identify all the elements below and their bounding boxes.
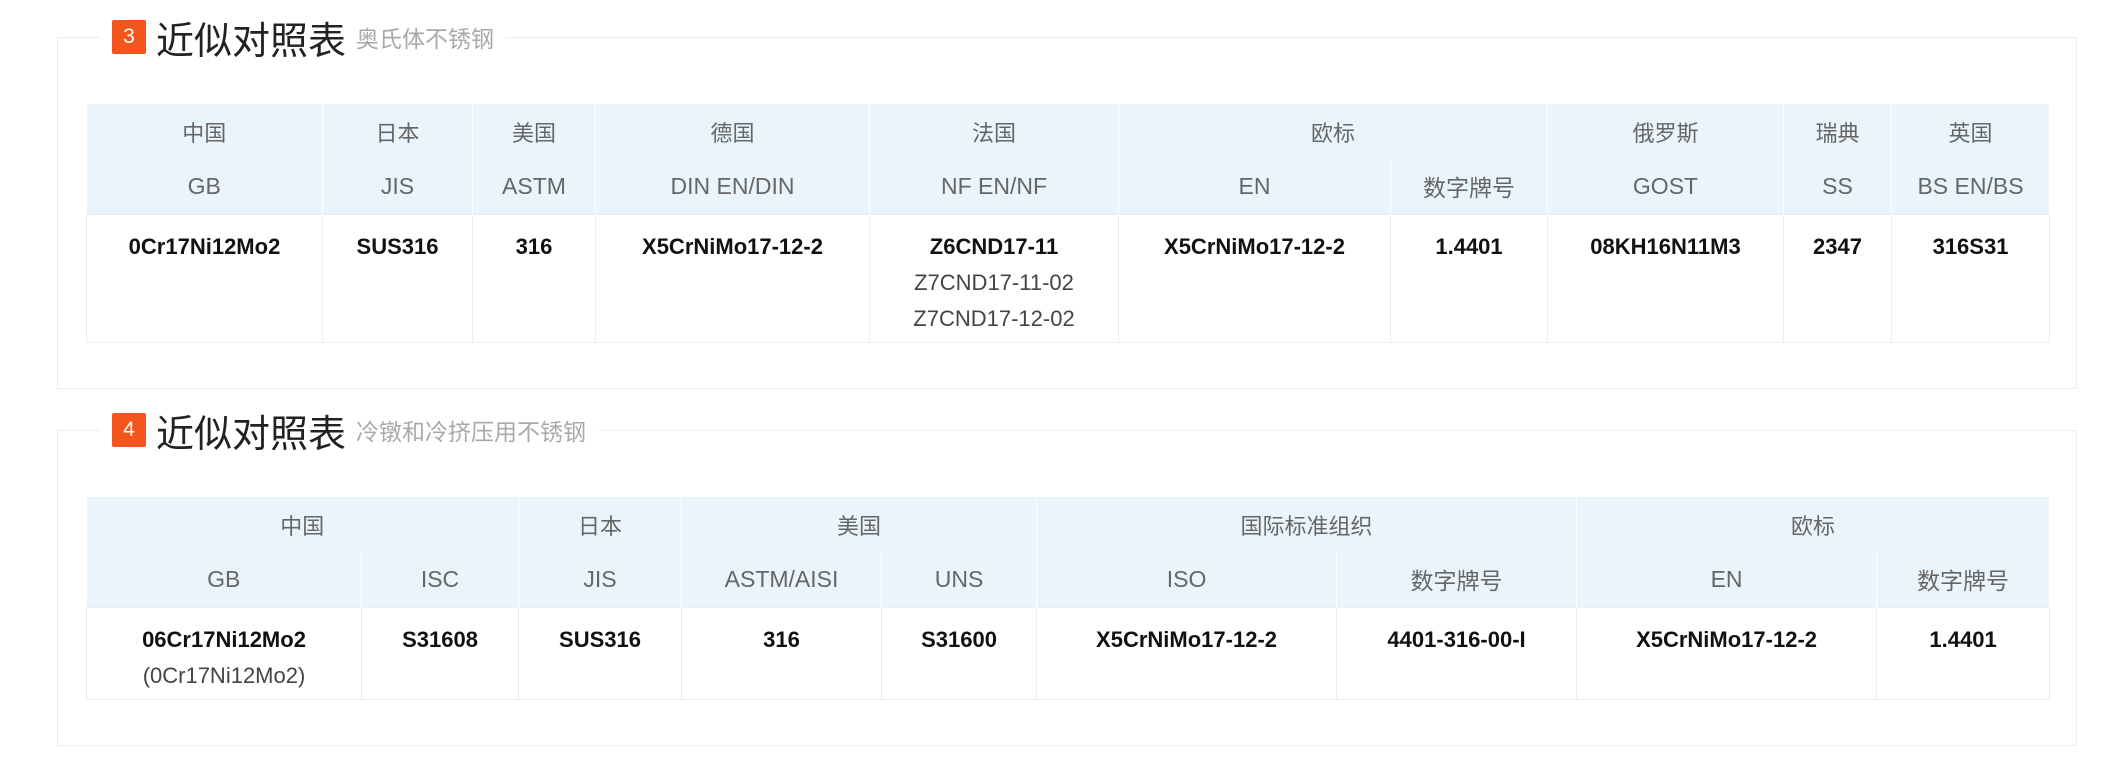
column-header: JIS — [518, 552, 683, 607]
table-cell: 1.4401 — [1876, 606, 2051, 700]
grade-alt-value: Z7CND17-12-02 — [913, 305, 1075, 331]
header-group: 德国 — [595, 104, 870, 159]
grade-value: X5CrNiMo17-12-2 — [642, 233, 823, 259]
header-standard-row: GB JIS ASTM DIN EN/DIN NF EN/NF EN 数字牌号 … — [86, 159, 2051, 214]
grade-value: 1.4401 — [1435, 233, 1503, 259]
grade-value: 06Cr17Ni12Mo2 — [142, 626, 306, 652]
comparison-section-4: 4 近似对照表 冷镦和冷挤压用不锈钢 中国 日本 美国 国际标准组织 欧标 GB… — [57, 404, 2077, 746]
column-header: UNS — [881, 552, 1038, 607]
grade-comparison-table: 中国 日本 美国 国际标准组织 欧标 GB ISC JIS ASTM/AISI … — [86, 497, 2051, 700]
header-group: 瑞典 — [1783, 104, 1893, 159]
section-number-badge: 3 — [112, 20, 146, 54]
header-group: 美国 — [681, 497, 1038, 552]
table-row: 06Cr17Ni12Mo2 (0Cr17Ni12Mo2) S31608 SUS3… — [86, 606, 2051, 700]
column-header: ISO — [1036, 552, 1338, 607]
column-header: 数字牌号 — [1336, 552, 1578, 607]
header-group: 法国 — [869, 104, 1119, 159]
column-header: SS — [1783, 159, 1893, 214]
comparison-section-3: 3 近似对照表 奥氏体不锈钢 中国 日本 美国 德国 法国 欧标 俄罗斯 瑞典 … — [57, 11, 2077, 389]
grade-value: Z6CND17-11 — [929, 233, 1059, 259]
header-group: 俄罗斯 — [1547, 104, 1785, 159]
header-group: 中国 — [86, 104, 323, 159]
section-title: 近似对照表 — [156, 411, 347, 456]
grade-value: X5CrNiMo17-12-2 — [1636, 626, 1818, 652]
header-group: 日本 — [518, 497, 683, 552]
table-cell: S31608 — [360, 606, 520, 700]
header-group: 英国 — [1891, 104, 2051, 159]
column-header: ASTM/AISI — [681, 552, 883, 607]
grade-value: 0Cr17Ni12Mo2 — [128, 233, 281, 259]
grade-value: 316 — [515, 233, 553, 259]
column-header: EN — [1576, 552, 1878, 607]
table-row: 0Cr17Ni12Mo2 SUS316 316 X5CrNiMo17-12-2 … — [86, 213, 2051, 343]
grade-value: S31608 — [402, 626, 478, 652]
section-subtitle: 冷镦和冷挤压用不锈钢 — [356, 420, 587, 446]
table-cell: X5CrNiMo17-12-2 — [1118, 213, 1391, 343]
header-group: 国际标准组织 — [1036, 497, 1578, 552]
grade-comparison-table: 中国 日本 美国 德国 法国 欧标 俄罗斯 瑞典 英国 GB JIS ASTM … — [86, 104, 2051, 343]
grade-value: 1.4401 — [1929, 626, 1997, 652]
grade-alt-value: (0Cr17Ni12Mo2) — [142, 662, 306, 688]
column-header: ISC — [361, 552, 520, 607]
header-group: 美国 — [472, 104, 596, 159]
header-group: 日本 — [322, 104, 473, 159]
header-group: 欧标 — [1118, 104, 1549, 159]
table-cell: 1.4401 — [1389, 213, 1549, 343]
section-subtitle: 奥氏体不锈钢 — [356, 27, 495, 53]
table-cell: 316S31 — [1891, 213, 2051, 343]
section-heading: 3 近似对照表 奥氏体不锈钢 — [100, 11, 507, 63]
table-cell: 2347 — [1783, 213, 1893, 343]
grade-value: S31600 — [921, 626, 997, 652]
grade-value: SUS316 — [356, 233, 439, 259]
grade-value: 316S31 — [1932, 233, 2009, 259]
grade-value: X5CrNiMo17-12-2 — [1096, 626, 1277, 652]
header-group: 欧标 — [1576, 497, 2051, 552]
grade-value: 08KH16N11M3 — [1590, 233, 1741, 259]
column-header: GOST — [1547, 159, 1785, 214]
table-cell: 0Cr17Ni12Mo2 — [86, 213, 323, 343]
grade-value: SUS316 — [559, 626, 641, 652]
column-header: NF EN/NF — [869, 159, 1119, 214]
table-cell: 08KH16N11M3 — [1547, 213, 1785, 343]
table-cell: 316 — [681, 606, 883, 700]
section-number-badge: 4 — [112, 413, 146, 447]
grade-alt-value: Z7CND17-11-02 — [914, 269, 1074, 295]
table-cell: 4401-316-00-I — [1336, 606, 1578, 700]
column-header: GB — [86, 552, 362, 607]
section-heading: 4 近似对照表 冷镦和冷挤压用不锈钢 — [100, 404, 599, 456]
table-cell: X5CrNiMo17-12-2 — [1036, 606, 1338, 700]
table-cell: S31600 — [881, 606, 1038, 700]
grade-value: 316 — [763, 626, 800, 652]
grade-value: X5CrNiMo17-12-2 — [1164, 233, 1345, 259]
column-header: 数字牌号 — [1876, 552, 2051, 607]
table-cell: 316 — [472, 213, 596, 343]
column-header: 数字牌号 — [1390, 159, 1549, 214]
header-group-row: 中国 日本 美国 德国 法国 欧标 俄罗斯 瑞典 英国 — [86, 104, 2051, 159]
column-header: GB — [86, 159, 323, 214]
column-header: BS EN/BS — [1891, 159, 2051, 214]
table-cell: SUS316 — [518, 606, 683, 700]
header-group: 中国 — [86, 497, 520, 552]
table-cell: X5CrNiMo17-12-2 — [1576, 606, 1878, 700]
column-header: JIS — [322, 159, 473, 214]
header-group-row: 中国 日本 美国 国际标准组织 欧标 — [86, 497, 2051, 552]
table-cell: X5CrNiMo17-12-2 — [595, 213, 870, 343]
column-header: ASTM — [472, 159, 596, 214]
header-standard-row: GB ISC JIS ASTM/AISI UNS ISO 数字牌号 EN 数字牌… — [86, 552, 2051, 607]
grade-value: 4401-316-00-I — [1387, 626, 1526, 652]
table-cell: SUS316 — [322, 213, 473, 343]
table-cell: Z6CND17-11 Z7CND17-11-02 Z7CND17-12-02 — [869, 213, 1119, 343]
grade-value: 2347 — [1813, 233, 1862, 259]
column-header: EN — [1118, 159, 1391, 214]
column-header: DIN EN/DIN — [595, 159, 870, 214]
table-cell: 06Cr17Ni12Mo2 (0Cr17Ni12Mo2) — [86, 606, 362, 700]
section-title: 近似对照表 — [156, 18, 347, 63]
